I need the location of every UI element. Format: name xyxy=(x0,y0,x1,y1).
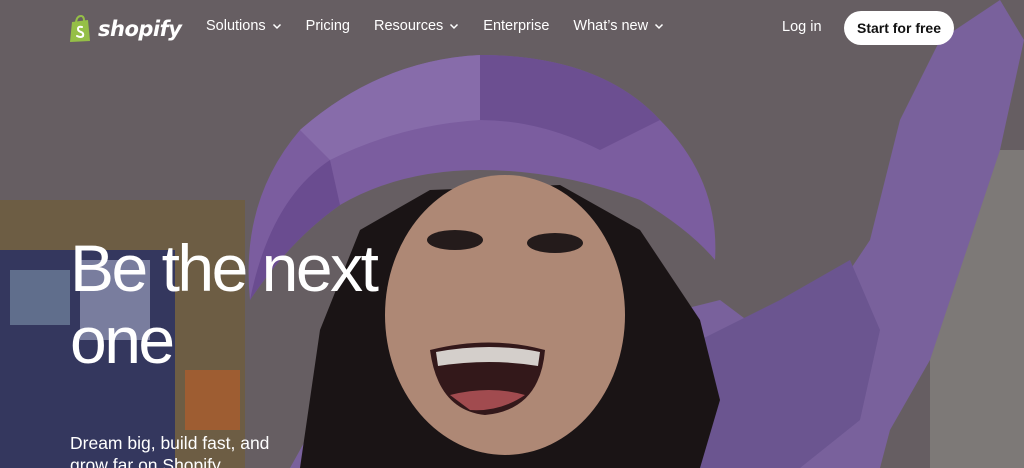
shopify-logo[interactable]: shopify xyxy=(68,14,182,44)
chevron-down-icon xyxy=(450,23,459,30)
nav-item-label: What’s new xyxy=(573,18,649,34)
nav-item-whats-new[interactable]: What’s new xyxy=(573,18,664,34)
nav-item-resources[interactable]: Resources xyxy=(374,18,459,34)
nav-item-enterprise[interactable]: Enterprise xyxy=(483,18,549,34)
start-for-free-button[interactable]: Start for free xyxy=(844,11,954,45)
nav-item-label: Pricing xyxy=(305,18,350,34)
nav-item-label: Resources xyxy=(373,18,444,34)
hero-subheadline: Dream big, build fast, and grow far on S… xyxy=(70,433,270,468)
nav-item-pricing[interactable]: Pricing xyxy=(306,18,350,34)
top-navigation: shopify Solutions Pricing Resources Ente… xyxy=(0,0,1024,58)
nav-menu: Solutions Pricing Resources Enterprise W… xyxy=(206,18,664,34)
login-link[interactable]: Log in xyxy=(782,19,822,35)
shopping-bag-icon xyxy=(70,15,90,42)
brand-name: shopify xyxy=(98,17,182,41)
nav-item-label: Enterprise xyxy=(483,18,550,34)
chevron-down-icon xyxy=(272,23,281,30)
nav-item-label: Solutions xyxy=(206,18,266,34)
chevron-down-icon xyxy=(655,23,664,30)
hero-headline: Be the next one xyxy=(70,231,379,377)
nav-item-solutions[interactable]: Solutions xyxy=(206,18,282,34)
